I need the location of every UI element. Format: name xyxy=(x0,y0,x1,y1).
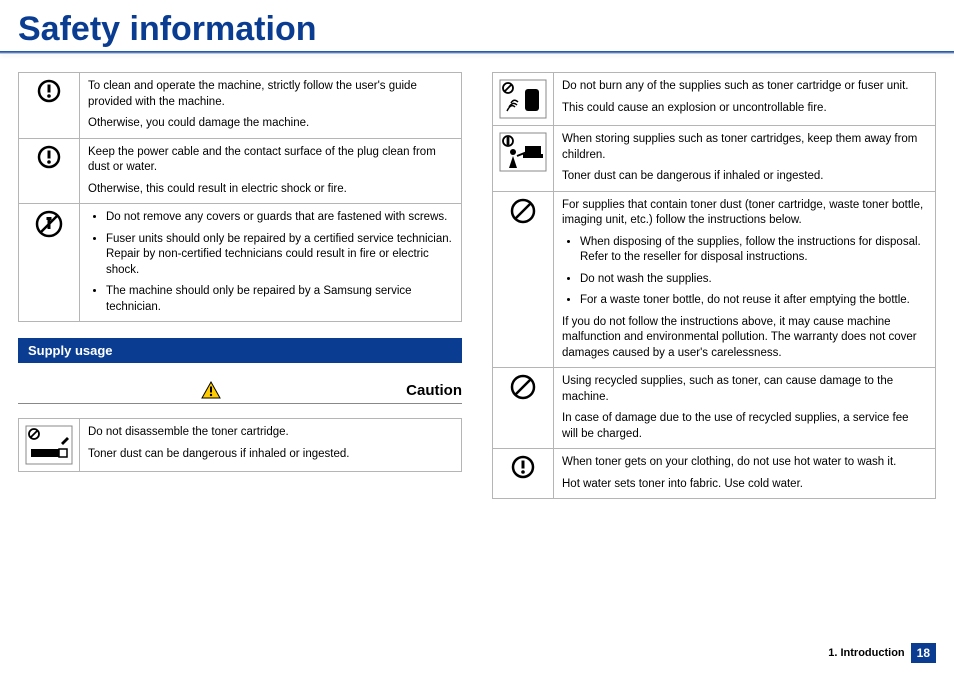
safety-text-line: Toner dust can be dangerous if inhaled o… xyxy=(88,447,453,463)
safety-text-line: When toner gets on your clothing, do not… xyxy=(562,455,927,471)
safety-text: For supplies that contain toner dust (to… xyxy=(554,191,936,368)
safety-bullet: For a waste toner bottle, do not reuse i… xyxy=(580,293,927,309)
safety-text: Do not remove any covers or guards that … xyxy=(80,204,462,322)
safety-text-line: Hot water sets toner into fabric. Use co… xyxy=(562,477,927,493)
page-title: Safety information xyxy=(0,0,954,51)
safety-text-line: Do not disassemble the toner cartridge. xyxy=(88,425,453,441)
warning-triangle-icon xyxy=(201,381,221,399)
safety-bullet: Do not remove any covers or guards that … xyxy=(106,210,453,226)
title-rule xyxy=(0,51,954,54)
page-number: 18 xyxy=(911,643,936,663)
right-column: Do not burn any of the supplies such as … xyxy=(492,72,936,499)
safety-text: To clean and operate the machine, strict… xyxy=(80,73,462,139)
safety-text: When toner gets on your clothing, do not… xyxy=(554,449,936,499)
do-not-disassemble-icon xyxy=(19,204,80,322)
section-bar-supply-usage: Supply usage xyxy=(18,338,462,363)
safety-text-line: To clean and operate the machine, strict… xyxy=(88,79,453,110)
caution-label: Caution xyxy=(406,382,462,399)
mandatory-icon xyxy=(19,138,80,204)
keep-from-children-icon xyxy=(493,126,554,192)
mandatory-icon xyxy=(493,449,554,499)
safety-text-line: This could cause an explosion or uncontr… xyxy=(562,101,927,117)
page-footer: 1. Introduction 18 xyxy=(828,643,936,663)
safety-text-line: Keep the power cable and the contact sur… xyxy=(88,145,453,176)
safety-bullet: Do not wash the supplies. xyxy=(580,272,927,288)
safety-text-line: Otherwise, this could result in electric… xyxy=(88,182,453,198)
safety-text-line: If you do not follow the instructions ab… xyxy=(562,315,927,362)
safety-text: Do not burn any of the supplies such as … xyxy=(554,73,936,126)
safety-text: When storing supplies such as toner cart… xyxy=(554,126,936,192)
safety-text: Do not disassemble the toner cartridge. … xyxy=(80,419,462,472)
safety-bullet: Fuser units should only be repaired by a… xyxy=(106,232,453,279)
safety-bullet: The machine should only be repaired by a… xyxy=(106,284,453,315)
safety-table-caution: Do not disassemble the toner cartridge. … xyxy=(18,418,462,472)
mandatory-icon xyxy=(19,73,80,139)
safety-text-line: Otherwise, you could damage the machine. xyxy=(88,116,453,132)
toner-disassemble-icon xyxy=(19,419,80,472)
caution-rule xyxy=(18,403,462,404)
safety-table-right: Do not burn any of the supplies such as … xyxy=(492,72,936,499)
left-column: To clean and operate the machine, strict… xyxy=(18,72,462,499)
safety-text-line: Do not burn any of the supplies such as … xyxy=(562,79,927,95)
safety-text-line: In case of damage due to the use of recy… xyxy=(562,411,927,442)
safety-bullet: When disposing of the supplies, follow t… xyxy=(580,235,927,266)
caution-heading: Caution xyxy=(22,381,462,399)
safety-text-line: Toner dust can be dangerous if inhaled o… xyxy=(562,169,927,185)
safety-text: Using recycled supplies, such as toner, … xyxy=(554,368,936,449)
safety-text: Keep the power cable and the contact sur… xyxy=(80,138,462,204)
safety-text-line: When storing supplies such as toner cart… xyxy=(562,132,927,163)
prohibition-icon xyxy=(493,368,554,449)
do-not-burn-icon xyxy=(493,73,554,126)
safety-table-left: To clean and operate the machine, strict… xyxy=(18,72,462,322)
safety-text-line: Using recycled supplies, such as toner, … xyxy=(562,374,927,405)
safety-text-line: For supplies that contain toner dust (to… xyxy=(562,198,927,229)
prohibition-icon xyxy=(493,191,554,368)
chapter-label: 1. Introduction xyxy=(828,647,904,659)
